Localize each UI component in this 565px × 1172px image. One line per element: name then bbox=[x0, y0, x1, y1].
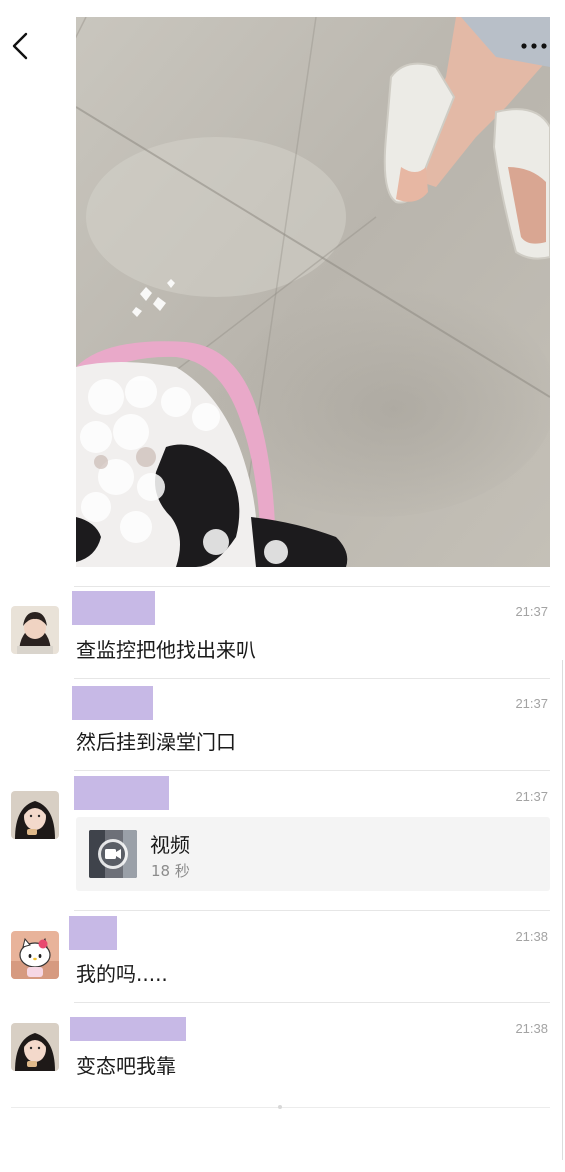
message-time: 21:37 bbox=[515, 604, 548, 619]
sender-name-redacted bbox=[74, 776, 169, 810]
message-text[interactable]: 变态吧我靠 bbox=[76, 1050, 176, 1079]
shared-photo[interactable] bbox=[76, 17, 550, 567]
sender-name-redacted bbox=[72, 686, 153, 720]
avatar-image bbox=[11, 1023, 59, 1071]
avatar[interactable] bbox=[11, 791, 59, 839]
video-title: 视频 bbox=[150, 833, 190, 857]
more-button[interactable] bbox=[516, 32, 552, 60]
divider bbox=[74, 1002, 550, 1003]
divider bbox=[74, 770, 550, 771]
message-text[interactable]: 然后挂到澡堂门口 bbox=[76, 726, 236, 755]
divider bbox=[74, 586, 550, 587]
avatar[interactable] bbox=[11, 931, 59, 979]
avatar-image bbox=[11, 931, 59, 979]
chevron-left-icon bbox=[12, 32, 28, 60]
message-time: 21:37 bbox=[515, 696, 548, 711]
video-duration: 18 秒 bbox=[151, 862, 190, 880]
sender-name-redacted bbox=[69, 916, 117, 950]
end-indicator bbox=[278, 1105, 282, 1109]
avatar-image bbox=[11, 606, 59, 654]
sender-name-redacted bbox=[72, 591, 155, 625]
video-message-card[interactable]: 视频 18 秒 bbox=[76, 817, 550, 891]
sender-name-redacted bbox=[70, 1017, 186, 1041]
message-time: 21:38 bbox=[515, 929, 548, 944]
more-dots-icon bbox=[521, 43, 547, 49]
divider bbox=[74, 910, 550, 911]
avatar[interactable] bbox=[11, 1023, 59, 1071]
message-time: 21:37 bbox=[515, 789, 548, 804]
back-button[interactable] bbox=[6, 28, 38, 64]
message-text[interactable]: 我的吗..... bbox=[76, 958, 168, 987]
avatar[interactable] bbox=[11, 606, 59, 654]
scrollbar[interactable] bbox=[562, 660, 563, 1160]
divider bbox=[74, 678, 550, 679]
message-text[interactable]: 查监控把他找出来叭 bbox=[76, 634, 256, 663]
video-thumbnail bbox=[89, 830, 137, 878]
video-camera-icon bbox=[105, 849, 116, 859]
message-time: 21:38 bbox=[515, 1021, 548, 1036]
photo-image bbox=[76, 17, 550, 567]
avatar-image bbox=[11, 791, 59, 839]
